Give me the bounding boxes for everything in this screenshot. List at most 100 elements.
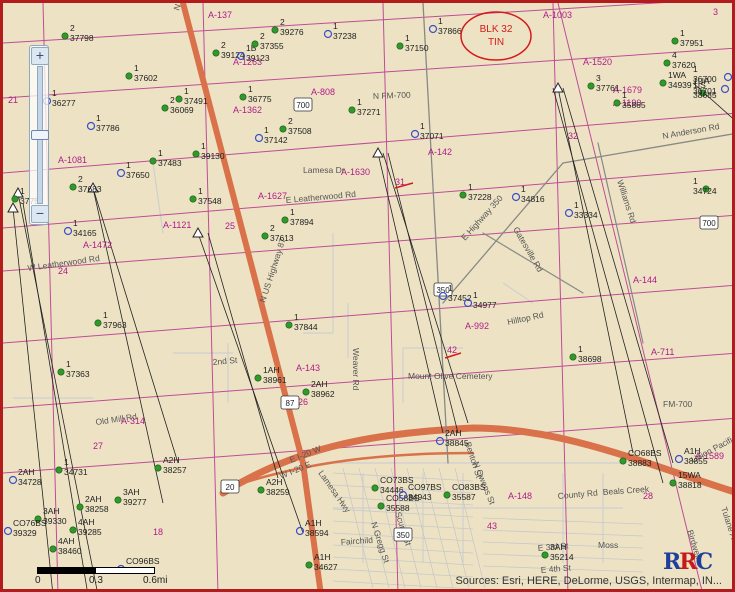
api-number-label: 36069 bbox=[170, 105, 194, 115]
attribution: Sources: Esri, HERE, DeLorme, USGS, Inte… bbox=[455, 575, 722, 587]
well-number-label: 1 bbox=[468, 182, 473, 192]
route-shield-number: 700 bbox=[296, 101, 310, 110]
producing-well-icon bbox=[285, 321, 293, 329]
annotation-text: BLK 32 bbox=[480, 24, 513, 35]
producing-well-icon bbox=[254, 374, 262, 382]
api-number-label: 37452 bbox=[448, 293, 472, 303]
survey-line bbox=[3, 3, 665, 44]
well-number-label: 1 bbox=[52, 88, 57, 98]
well-number-label: 1 bbox=[473, 290, 478, 300]
well-marker: 137228 bbox=[459, 182, 492, 202]
county-number: 32 bbox=[568, 131, 578, 141]
abstract-label: A-1081 bbox=[58, 155, 87, 165]
api-number-label: 37894 bbox=[290, 217, 314, 227]
zoom-slider-thumb[interactable] bbox=[31, 130, 49, 140]
county-number: 27 bbox=[93, 441, 103, 451]
survey-line bbox=[3, 352, 732, 409]
api-number-label: 38460 bbox=[58, 546, 82, 556]
well-marker: 4AH39285 bbox=[69, 517, 102, 537]
well-number-label: CO97BS bbox=[408, 482, 442, 492]
gregg-st bbox=[422, 3, 449, 464]
producing-well-icon bbox=[348, 106, 356, 114]
well-number-label: 4AH bbox=[78, 517, 95, 527]
api-number-label: 38594 bbox=[305, 528, 329, 538]
permit-location-icon bbox=[511, 192, 521, 202]
api-number-label: 37142 bbox=[264, 135, 288, 145]
well-number-label: 2 bbox=[260, 31, 265, 41]
api-number-label: 36277 bbox=[52, 98, 76, 108]
well-number-label: 1 bbox=[693, 176, 698, 186]
api-number-label: 39123 bbox=[246, 53, 270, 63]
producing-well-icon bbox=[11, 195, 19, 203]
api-number-label: 38698 bbox=[578, 354, 602, 364]
well-number-label: 1 bbox=[96, 113, 101, 123]
well-marker: 1WA34939 bbox=[659, 70, 692, 90]
api-number-label: 35865 bbox=[622, 100, 646, 110]
api-number-label: 39277 bbox=[123, 497, 147, 507]
route-shield: 87 bbox=[280, 395, 300, 410]
minor-street bbox=[502, 282, 534, 304]
well-marker: A2H38257 bbox=[154, 455, 187, 475]
permit-location-icon bbox=[323, 29, 333, 39]
map-viewport[interactable]: A-137 A-1003 A-1520 A-1679 A-1190 A-1362 A-808… bbox=[0, 0, 735, 592]
well-number-label: CO83BS bbox=[452, 482, 486, 492]
road-label: Tulane Av bbox=[719, 506, 735, 545]
road-label: Fairchild bbox=[340, 535, 373, 547]
api-number-label: 37683 bbox=[78, 184, 102, 194]
well-number-label: 2 bbox=[78, 174, 83, 184]
well-number-label: 2AH bbox=[18, 467, 35, 477]
well-number-label: 1 bbox=[693, 64, 698, 74]
well-number-label: 1 bbox=[198, 186, 203, 196]
permit-location-icon bbox=[63, 226, 73, 236]
surface-location-pentagon bbox=[372, 146, 384, 158]
api-number-label: 37508 bbox=[288, 126, 312, 136]
zoom-out-button[interactable]: − bbox=[31, 205, 49, 223]
road-label: County Rd bbox=[557, 488, 598, 501]
producing-well-icon bbox=[569, 353, 577, 361]
well-number-label: 3AH bbox=[550, 542, 567, 552]
producing-well-icon bbox=[69, 526, 77, 534]
producing-well-icon bbox=[55, 466, 63, 474]
town-street bbox=[332, 568, 474, 578]
road-label: N US Highway 87 bbox=[257, 236, 287, 303]
well-number-label: 1 bbox=[333, 21, 338, 31]
road-label: Mount Olive Cemetery bbox=[408, 371, 493, 381]
api-number-label: 37951 bbox=[680, 38, 704, 48]
zoom-in-button[interactable]: + bbox=[31, 47, 49, 65]
well-marker: 337761 bbox=[587, 73, 620, 93]
producing-well-icon bbox=[587, 82, 595, 90]
well-number-label: 15WA bbox=[678, 470, 701, 480]
abstract-label: A-1003 bbox=[543, 10, 572, 20]
directional-line bbox=[92, 187, 164, 504]
rrc-logo: RRC bbox=[663, 549, 713, 575]
surface-location-pentagon bbox=[7, 201, 19, 213]
api-number-label: 37150 bbox=[405, 43, 429, 53]
surface-location-pentagon bbox=[552, 81, 564, 93]
producing-well-icon bbox=[281, 216, 289, 224]
well-number-label: 1UA bbox=[693, 76, 710, 86]
well-number-label: 1 bbox=[264, 125, 269, 135]
well-number-label: 2 bbox=[221, 40, 226, 50]
producing-well-icon bbox=[125, 72, 133, 80]
well-number-label: 1 bbox=[438, 16, 443, 26]
annotation-text: TIN bbox=[488, 37, 504, 48]
api-number-label: 37483 bbox=[158, 158, 182, 168]
well-number-label: 2AH bbox=[85, 494, 102, 504]
producing-well-icon bbox=[302, 388, 310, 396]
well-marker: 137363 bbox=[57, 359, 90, 379]
scale-bar-segment bbox=[37, 567, 97, 574]
permit-location-icon bbox=[254, 133, 264, 143]
well-marker: 137951 bbox=[671, 28, 704, 48]
zoom-control: + − bbox=[29, 45, 49, 225]
road-label: Williams Rd bbox=[615, 179, 638, 225]
well-number-label: CO68BS bbox=[628, 448, 662, 458]
well-number-label: 1 bbox=[357, 97, 362, 107]
abstract-label: A-137 bbox=[208, 10, 232, 20]
well-marker: 237508 bbox=[279, 116, 312, 136]
abstract-label: A-148 bbox=[508, 491, 532, 501]
producing-well-icon bbox=[377, 502, 385, 510]
api-number-label: 34627 bbox=[314, 562, 338, 572]
directional-line bbox=[557, 87, 634, 454]
well-marker: 4AH38460 bbox=[49, 536, 82, 556]
well-number-label: A1H bbox=[305, 518, 322, 528]
